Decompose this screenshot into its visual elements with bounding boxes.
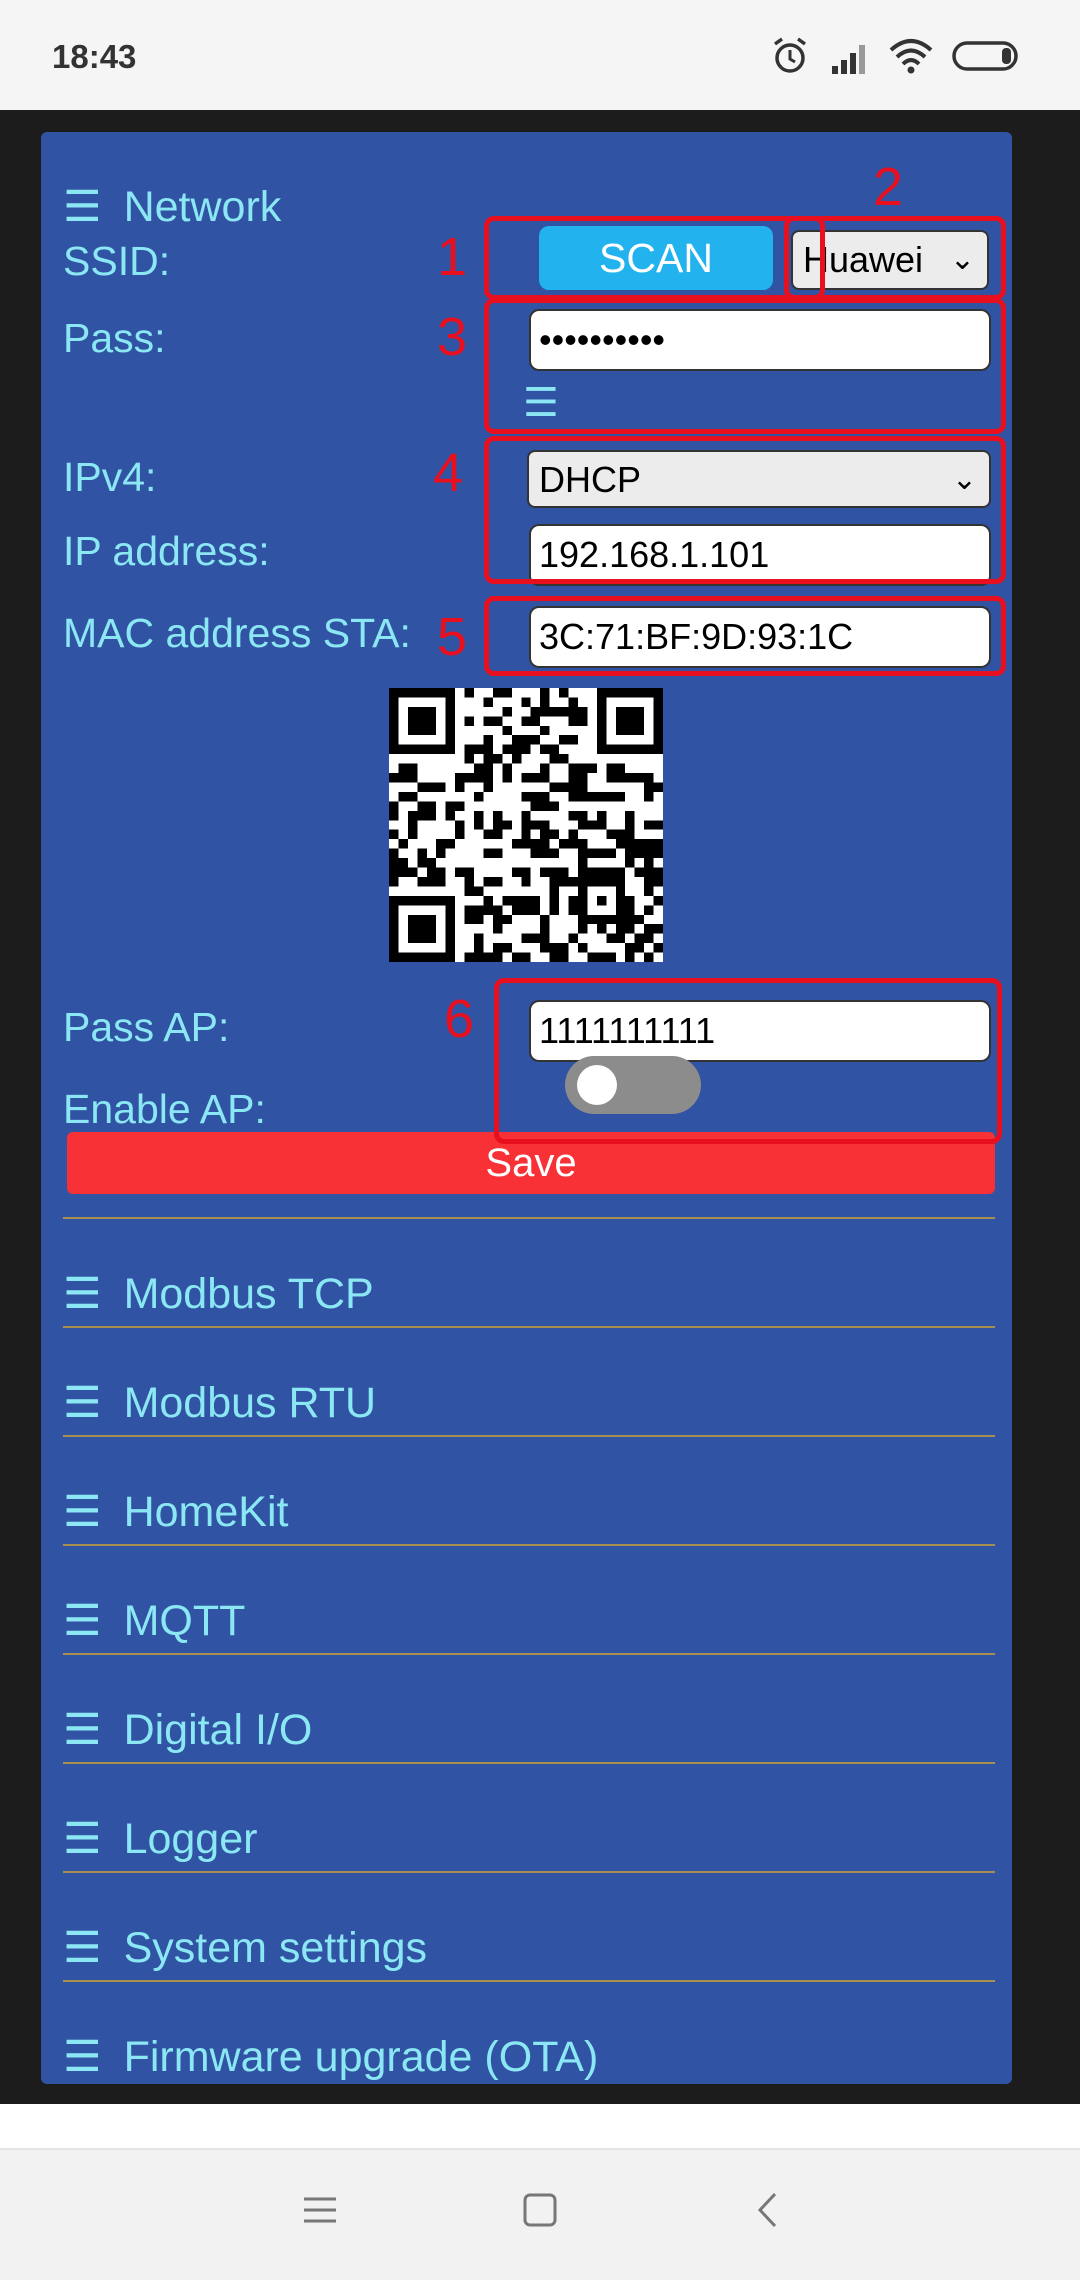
- annotation-box-3: [484, 298, 1006, 434]
- home-square-icon[interactable]: [520, 2190, 560, 2230]
- annotation-number-2: 2: [873, 157, 904, 217]
- section-network[interactable]: ☰ Network: [63, 182, 281, 232]
- menu-icon: ☰: [63, 1270, 102, 1318]
- status-icons: [772, 36, 1032, 76]
- ssid-label: SSID:: [63, 238, 171, 284]
- battery-icon: [952, 41, 1018, 71]
- back-chevron-icon[interactable]: [748, 2190, 788, 2230]
- section-label: MQTT: [123, 1597, 246, 1645]
- menu-icon: ☰: [63, 183, 102, 231]
- ip-address-label: IP address:: [63, 528, 270, 574]
- menu-icon: ☰: [63, 2033, 102, 2081]
- menu-icon: ☰: [63, 1488, 102, 1536]
- menu-icon: ☰: [63, 1379, 102, 1427]
- annotation-number-4: 4: [433, 443, 464, 503]
- enable-ap-label: Enable AP:: [63, 1086, 266, 1132]
- navigation-bar: [0, 2148, 1080, 2280]
- menu-icon: ☰: [63, 1597, 102, 1645]
- annotation-number-5: 5: [437, 607, 468, 667]
- status-bar: 18:43: [0, 0, 1080, 110]
- divider: [63, 1217, 995, 1219]
- annotation-number-6: 6: [444, 989, 475, 1049]
- status-time: 18:43: [52, 38, 137, 75]
- section-firmware-upgrade[interactable]: ☰ Firmware upgrade (OTA): [63, 2032, 598, 2082]
- wifi-icon: [889, 39, 933, 74]
- recents-menu-icon[interactable]: [300, 2190, 340, 2230]
- section-title-network: Network: [123, 183, 282, 231]
- divider: [63, 1762, 995, 1764]
- annotation-box-2: [784, 216, 1006, 300]
- annotation-box-6: [494, 978, 1002, 1144]
- ipv4-label: IPv4:: [63, 454, 157, 500]
- section-label: System settings: [123, 1924, 428, 1972]
- pass-ap-label: Pass AP:: [63, 1004, 230, 1050]
- section-label: Firmware upgrade (OTA): [123, 2033, 599, 2081]
- section-mqtt[interactable]: ☰ MQTT: [63, 1596, 245, 1646]
- section-digital-io[interactable]: ☰ Digital I/O: [63, 1705, 312, 1755]
- divider: [63, 1653, 995, 1655]
- annotation-box-1: [484, 216, 825, 300]
- section-system-settings[interactable]: ☰ System settings: [63, 1923, 427, 1973]
- section-label: Logger: [123, 1815, 258, 1863]
- section-label: Modbus TCP: [123, 1270, 374, 1318]
- annotation-number-3: 3: [437, 307, 468, 367]
- signal-icon: [832, 45, 865, 74]
- annotation-box-4: [484, 436, 1006, 584]
- alarm-icon: [773, 37, 807, 73]
- page-bottom-strip: [0, 2104, 1080, 2148]
- mac-address-label: MAC address STA:: [63, 610, 411, 656]
- section-logger[interactable]: ☰ Logger: [63, 1814, 257, 1864]
- pass-label: Pass:: [63, 315, 166, 361]
- settings-panel: ☰ Network SSID: SCAN Huawei ⌄ Pass: •••••…: [41, 132, 1012, 2084]
- menu-icon: ☰: [63, 1924, 102, 1972]
- section-modbus-tcp[interactable]: ☰ Modbus TCP: [63, 1269, 374, 1319]
- divider: [63, 1871, 995, 1873]
- divider: [63, 1326, 995, 1328]
- divider: [63, 1980, 995, 1982]
- qr-code: [389, 688, 663, 962]
- annotation-number-1: 1: [437, 227, 468, 287]
- menu-icon: ☰: [63, 1815, 102, 1863]
- divider: [63, 1435, 995, 1437]
- section-homekit[interactable]: ☰ HomeKit: [63, 1487, 288, 1537]
- section-label: HomeKit: [123, 1488, 289, 1536]
- divider: [63, 1544, 995, 1546]
- annotation-box-5: [484, 596, 1006, 676]
- section-label: Digital I/O: [123, 1706, 313, 1754]
- section-modbus-rtu[interactable]: ☰ Modbus RTU: [63, 1378, 376, 1428]
- section-label: Modbus RTU: [123, 1379, 377, 1427]
- menu-icon: ☰: [63, 1706, 102, 1754]
- web-page: ☰ Network SSID: SCAN Huawei ⌄ Pass: •••••…: [0, 110, 1080, 2104]
